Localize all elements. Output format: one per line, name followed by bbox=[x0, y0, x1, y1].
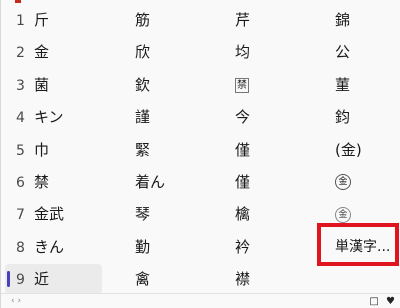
candidate-3-col2[interactable]: 欽 bbox=[135, 69, 215, 101]
candidate-3[interactable]: 3菌 bbox=[7, 69, 102, 101]
candidate-7[interactable]: 7 金武 bbox=[7, 198, 102, 230]
candidate-1-col4[interactable]: 錦 bbox=[335, 4, 400, 36]
candidate-7-col3[interactable]: 檎 bbox=[235, 198, 315, 230]
candidate-8-col2[interactable]: 勤 bbox=[135, 231, 215, 263]
candidate-number: 3 bbox=[16, 77, 25, 94]
candidate-8[interactable]: 8 きん bbox=[7, 231, 102, 263]
candidate-row-1: 1斤 筋 芹 錦 bbox=[7, 4, 400, 36]
candidate-2-col2[interactable]: 欣 bbox=[135, 36, 215, 68]
candidate-4-col2[interactable]: 謹 bbox=[135, 101, 215, 133]
candidate-5[interactable]: 5巾 bbox=[7, 134, 102, 166]
candidate-text: 金 bbox=[34, 43, 50, 62]
candidate-1-col3[interactable]: 芹 bbox=[235, 4, 315, 36]
candidate-6[interactable]: 6禁 bbox=[7, 166, 102, 198]
candidate-3-col3[interactable]: 禁 bbox=[235, 69, 315, 101]
candidate-row-2: 2金 欣 均 公 bbox=[7, 36, 400, 68]
candidate-row-8: 8 きん 勤 衿 単漢字... bbox=[7, 231, 400, 263]
candidate-5-col2[interactable]: 緊 bbox=[135, 134, 215, 166]
candidate-9-col3[interactable]: 襟 bbox=[235, 263, 315, 295]
candidate-footer: ‹ › □ ♥ bbox=[1, 293, 400, 308]
candidate-1[interactable]: 1斤 bbox=[7, 4, 102, 36]
candidate-3-col4[interactable]: 菫 bbox=[335, 69, 400, 101]
candidate-9-selected[interactable]: 9近 bbox=[5, 263, 102, 295]
boxed-kanji: 禁 bbox=[235, 77, 249, 93]
candidate-2-col3[interactable]: 均 bbox=[235, 36, 315, 68]
candidate-7-col4[interactable]: 金 bbox=[335, 198, 400, 230]
candidate-4-col4[interactable]: 鈞 bbox=[335, 101, 400, 133]
circled-kanji: 金 bbox=[335, 174, 351, 191]
candidate-row-5: 5巾 緊 僅 (金) bbox=[7, 134, 400, 166]
window-top-accent bbox=[15, 0, 21, 3]
candidate-row-6: 6禁 着ん 僅 金 bbox=[7, 166, 400, 198]
candidate-8-col3[interactable]: 衿 bbox=[235, 231, 315, 263]
circled-kanji-outline: 金 bbox=[335, 206, 351, 223]
candidate-grid: 1斤 筋 芹 錦 2金 欣 均 公 3菌 欽 禁 菫 4 キン 謹 今 鈞 5巾 … bbox=[5, 4, 400, 296]
single-kanji-button[interactable]: 単漢字... bbox=[335, 231, 400, 263]
candidate-text: 斤 bbox=[34, 11, 50, 29]
candidate-6-col2[interactable]: 着ん bbox=[135, 166, 215, 198]
candidate-row-4: 4 キン 謹 今 鈞 bbox=[7, 101, 400, 133]
candidate-text: 巾 bbox=[34, 140, 50, 159]
candidate-row-3: 3菌 欽 禁 菫 bbox=[7, 69, 400, 101]
candidate-number: 1 bbox=[16, 13, 25, 29]
candidate-7-col2[interactable]: 琴 bbox=[135, 198, 215, 230]
candidate-number: 9 bbox=[16, 272, 25, 289]
candidate-number: 2 bbox=[16, 45, 25, 62]
candidate-4-col3[interactable]: 今 bbox=[235, 101, 315, 133]
ime-candidate-window: 1斤 筋 芹 錦 2金 欣 均 公 3菌 欽 禁 菫 4 キン 謹 今 鈞 5巾 … bbox=[0, 0, 400, 308]
candidate-row-7: 7 金武 琴 檎 金 bbox=[7, 198, 400, 230]
candidate-9-col4 bbox=[335, 263, 400, 295]
page-nav-arrows[interactable]: ‹ › bbox=[11, 296, 21, 306]
candidate-text: 禁 bbox=[34, 172, 50, 191]
candidate-number: 7 bbox=[16, 207, 25, 224]
candidate-row-9: 9近 禽 襟 bbox=[5, 263, 400, 295]
candidate-9-col2[interactable]: 禽 bbox=[135, 263, 215, 295]
candidate-4[interactable]: 4 キン bbox=[7, 101, 102, 133]
candidate-6-col4[interactable]: 金 bbox=[335, 166, 400, 198]
candidate-5-col4[interactable]: (金) bbox=[335, 134, 400, 166]
candidate-5-col3[interactable]: 僅 bbox=[235, 134, 315, 166]
candidate-6-col3[interactable]: 僅 bbox=[235, 166, 315, 198]
candidate-text: 金武 bbox=[34, 205, 65, 224]
candidate-text: きん bbox=[34, 237, 65, 256]
candidate-number: 8 bbox=[16, 239, 25, 256]
candidate-2-col4[interactable]: 公 bbox=[335, 36, 400, 68]
candidate-number: 6 bbox=[16, 174, 25, 191]
candidate-number: 5 bbox=[16, 142, 25, 159]
candidate-number: 4 bbox=[16, 110, 25, 127]
candidate-text: 菌 bbox=[34, 75, 50, 94]
candidate-text: キン bbox=[34, 108, 64, 127]
candidate-1-col2[interactable]: 筋 bbox=[135, 4, 215, 36]
candidate-2[interactable]: 2金 bbox=[7, 36, 102, 68]
footer-icons[interactable]: □ ♥ bbox=[369, 296, 397, 307]
candidate-text: 近 bbox=[34, 270, 50, 289]
